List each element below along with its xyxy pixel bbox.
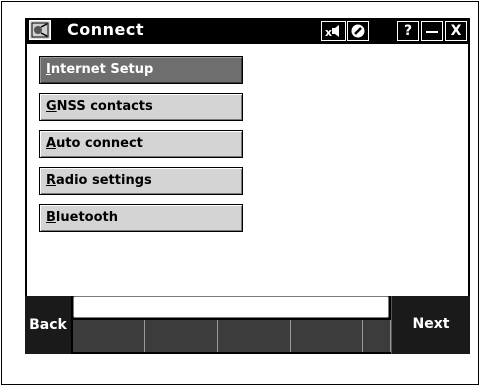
internet-setup-button[interactable]: Internet Setup [39,56,243,84]
close-button[interactable]: X [445,21,467,41]
connect-window: Connect x ? X Internet Setup GNSS contac… [25,18,470,354]
speaker-icon[interactable]: x [321,21,346,41]
radio-settings-button[interactable]: Radio settings [39,167,243,195]
content-area: Internet Setup GNSS contacts Auto connec… [27,44,468,296]
auto-connect-button[interactable]: Auto connect [39,130,243,158]
softkey-slot-3[interactable] [218,320,291,352]
help-button[interactable]: ? [397,21,419,41]
status-field [73,296,389,318]
title-bar: Connect x ? X [25,18,470,44]
svg-text:x: x [325,26,332,39]
softkey-slot-4[interactable] [291,320,363,352]
gnss-contacts-button[interactable]: GNSS contacts [39,93,243,121]
settings-icon[interactable] [347,21,369,41]
window-title: Connect [67,20,144,39]
back-button[interactable]: Back [25,296,71,354]
minimize-button[interactable] [421,21,443,41]
bluetooth-button[interactable]: Bluetooth [39,204,243,232]
softkey-slot-2[interactable] [145,320,218,352]
bottom-bar: Back Next [25,296,470,354]
softkey-slot-5[interactable] [363,320,391,352]
next-button[interactable]: Next [391,296,470,354]
softkey-slot-1[interactable] [73,320,145,352]
app-icon[interactable] [29,20,51,40]
